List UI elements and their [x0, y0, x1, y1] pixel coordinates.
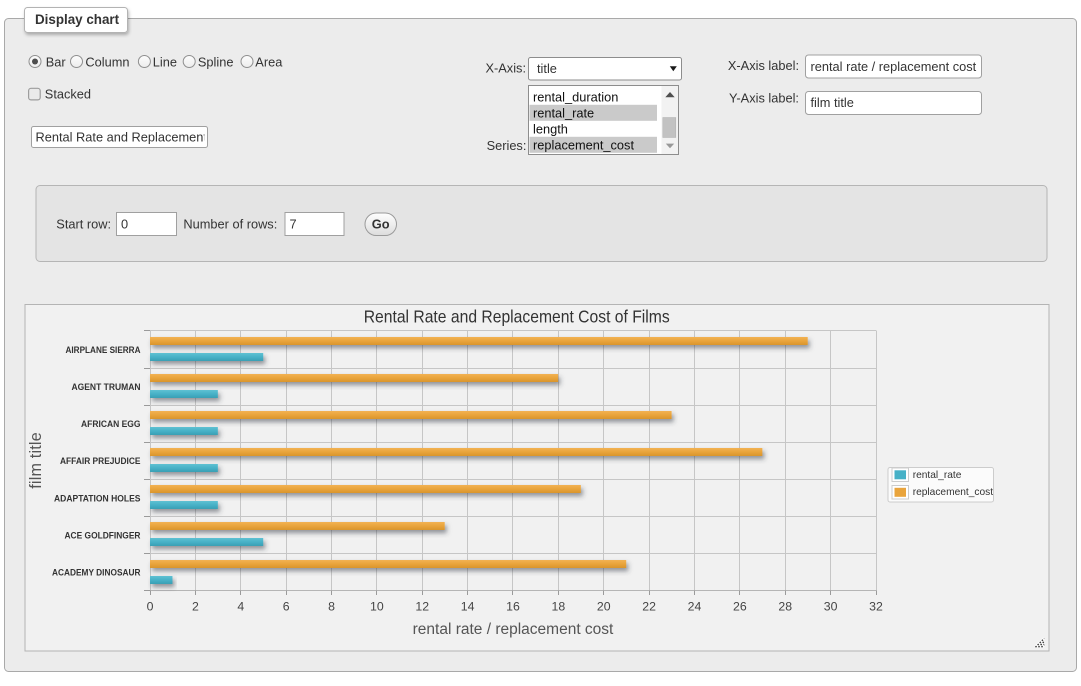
svg-text:AFRICAN EGG: AFRICAN EGG [81, 419, 141, 430]
svg-text:ADAPTATION HOLES: ADAPTATION HOLES [54, 493, 141, 504]
svg-text:4: 4 [237, 599, 244, 613]
svg-text:Bar: Bar [46, 54, 67, 69]
svg-text:Go: Go [372, 217, 390, 232]
svg-text:title: title [537, 61, 557, 76]
svg-text:7: 7 [290, 217, 297, 232]
svg-text:X-Axis:: X-Axis: [485, 60, 526, 75]
svg-text:30: 30 [824, 599, 838, 613]
svg-text:film title: film title [27, 432, 45, 489]
svg-text:0: 0 [121, 217, 128, 232]
svg-text:6: 6 [283, 599, 290, 613]
svg-text:Spline: Spline [198, 54, 234, 69]
svg-text:28: 28 [778, 599, 792, 613]
svg-text:X-Axis label:: X-Axis label: [728, 58, 799, 73]
svg-text:8: 8 [328, 599, 335, 613]
svg-text:26: 26 [733, 599, 747, 613]
svg-text:film title: film title [811, 95, 854, 110]
svg-text:rental rate / replacement cost: rental rate / replacement cost [811, 59, 977, 74]
svg-text:Display chart: Display chart [35, 12, 120, 27]
svg-text:24: 24 [688, 599, 702, 613]
svg-text:replacement_cost: replacement_cost [913, 487, 994, 498]
svg-text:Start row:: Start row: [56, 217, 111, 232]
svg-text:12: 12 [415, 599, 429, 613]
svg-text:18: 18 [552, 599, 566, 613]
svg-text:Line: Line [153, 54, 177, 69]
svg-text:Series:: Series: [487, 138, 527, 153]
svg-text:ACADEMY DINOSAUR: ACADEMY DINOSAUR [52, 567, 141, 578]
svg-text:10: 10 [370, 599, 384, 613]
svg-text:22: 22 [642, 599, 656, 613]
svg-text:rental rate / replacement cost: rental rate / replacement cost [413, 621, 614, 638]
svg-text:replacement_cost: replacement_cost [533, 137, 634, 152]
svg-text:0: 0 [147, 599, 154, 613]
svg-text:Area: Area [255, 54, 283, 69]
svg-text:Stacked: Stacked [45, 86, 91, 101]
svg-text:AFFAIR PREJUDICE: AFFAIR PREJUDICE [60, 456, 141, 467]
svg-text:length: length [533, 121, 568, 136]
svg-text:20: 20 [597, 599, 611, 613]
svg-text:Column: Column [85, 54, 129, 69]
svg-text:rental_rate: rental_rate [913, 470, 962, 481]
svg-text:32: 32 [869, 599, 883, 613]
svg-text:Number of rows:: Number of rows: [183, 217, 277, 232]
svg-text:Rental Rate and Replacement Co: Rental Rate and Replacement Cost of Film… [364, 306, 670, 326]
svg-text:rental_rate: rental_rate [533, 105, 594, 120]
svg-text:14: 14 [461, 599, 475, 613]
svg-text:ACE GOLDFINGER: ACE GOLDFINGER [65, 530, 141, 541]
svg-text:AIRPLANE SIERRA: AIRPLANE SIERRA [66, 345, 141, 356]
svg-text:16: 16 [506, 599, 520, 613]
svg-text:2: 2 [192, 599, 199, 613]
svg-text:rental_duration: rental_duration [533, 89, 618, 104]
svg-text:AGENT TRUMAN: AGENT TRUMAN [72, 382, 141, 393]
svg-text:Y-Axis label:: Y-Axis label: [729, 90, 799, 105]
